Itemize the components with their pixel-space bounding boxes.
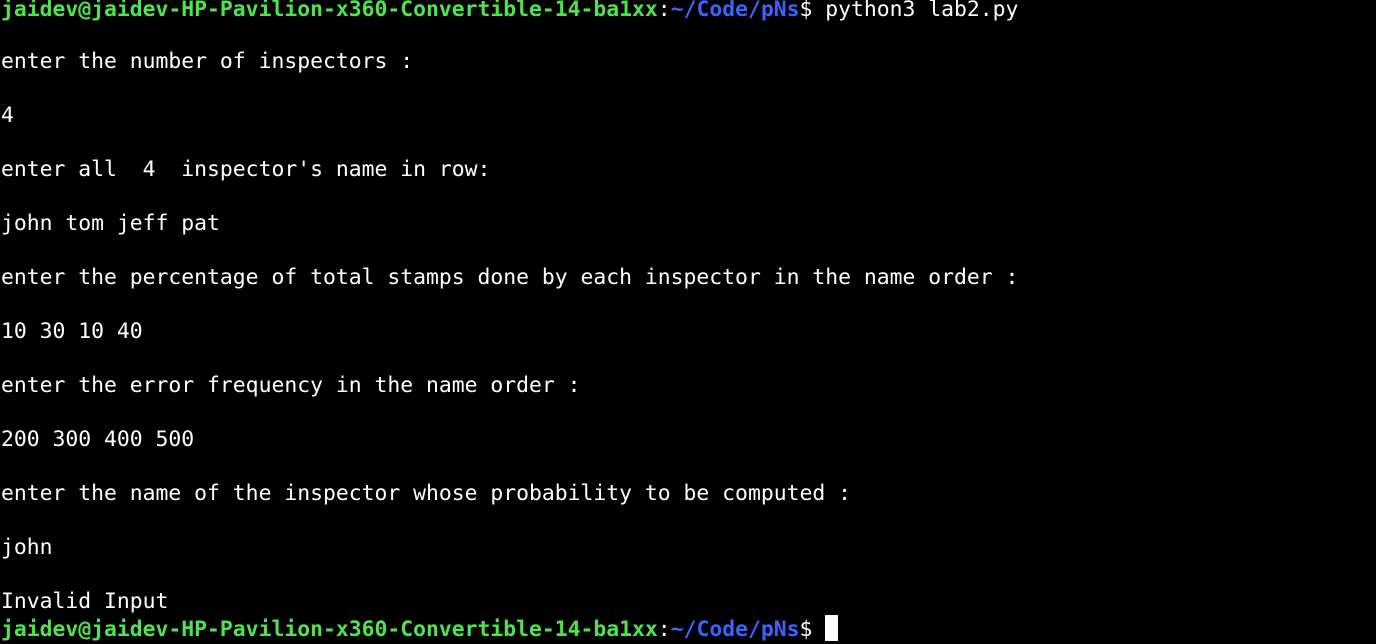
prompt-line-current[interactable]: jaidev@jaidev-HP-Pavilion-x360-Convertib… [1, 615, 839, 643]
command-text: python3 lab2.py [812, 0, 1019, 22]
prompt-path: ~/Code/pNs [670, 617, 800, 642]
output-line: 4 [1, 103, 14, 128]
prompt-symbol: $ [799, 0, 813, 22]
output-line: enter the percentage of total stamps don… [1, 265, 1019, 290]
output-line: enter all 4 inspector's name in row: [1, 157, 491, 182]
prompt-line-command: jaidev@jaidev-HP-Pavilion-x360-Convertib… [1, 0, 1018, 24]
prompt-colon: : [657, 617, 671, 642]
prompt-symbol: $ [799, 617, 826, 642]
text-cursor[interactable] [825, 615, 839, 641]
output-line: enter the name of the inspector whose pr… [1, 481, 851, 506]
prompt-user-host: jaidev@jaidev-HP-Pavilion-x360-Convertib… [1, 0, 658, 22]
prompt-path: ~/Code/pNs [670, 0, 800, 22]
output-line: enter the number of inspectors : [1, 49, 414, 74]
prompt-colon: : [657, 0, 671, 22]
output-line: john tom jeff pat [1, 211, 220, 236]
terminal-window[interactable]: { "prompt": { "user_host": "jaidev@jaide… [0, 0, 1376, 643]
output-line: 10 30 10 40 [1, 319, 143, 344]
output-line: enter the error frequency in the name or… [1, 373, 581, 398]
output-line: 200 300 400 500 [1, 427, 195, 452]
output-line: john [1, 535, 53, 560]
output-line: Invalid Input [1, 589, 169, 614]
prompt-user-host: jaidev@jaidev-HP-Pavilion-x360-Convertib… [1, 617, 658, 642]
